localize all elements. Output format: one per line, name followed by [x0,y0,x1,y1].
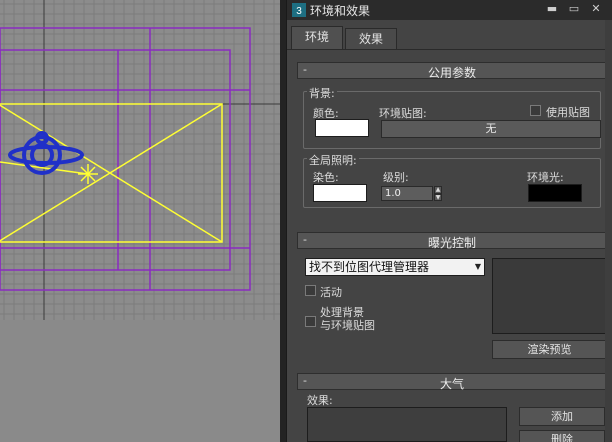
rollout-atmosphere[interactable]: - 大气 [297,373,607,391]
close-icon[interactable]: ✕ [587,2,605,16]
tint-color-swatch[interactable] [313,184,367,202]
rollout-title: 公用参数 [427,66,476,80]
minimize-icon[interactable]: ▬ [543,2,561,16]
titlebar[interactable]: 3 环境和效果 ▬ ▭ ✕ [287,0,612,20]
maximize-icon[interactable]: ▭ [565,2,583,16]
delete-effect-button[interactable]: 删除 [519,430,605,442]
exposure-preview [492,258,607,334]
add-effect-button[interactable]: 添加 [519,407,605,426]
viewport-lower-band [0,320,280,442]
effects-label: 效果: [307,394,333,407]
use-map-checkbox[interactable] [530,105,541,116]
blue-object[interactable] [8,131,84,175]
purple-wireframe [0,27,251,291]
tint-label: 染色: [313,171,339,184]
level-input[interactable]: 1.0 [381,186,433,201]
background-color-swatch[interactable] [315,119,369,137]
active-label: 活动 [320,286,342,299]
ambient-color-swatch[interactable] [528,184,582,202]
environment-effects-dialog: 3 环境和效果 ▬ ▭ ✕ 环境 效果 - 公用参数 背景: 颜色: 环境贴图:… [286,0,612,442]
effects-list[interactable] [307,407,507,442]
level-spin-up-icon[interactable]: ▲ [434,186,442,194]
process-bg-checkbox[interactable] [305,316,316,327]
level-spin-down-icon[interactable]: ▼ [434,194,442,201]
rollout-title: 大气 [439,377,464,391]
rollout-exposure[interactable]: - 曝光控制 [297,232,607,250]
dropdown-value: 找不到位图代理管理器 [309,260,430,274]
render-preview-button[interactable]: 渲染预览 [492,340,607,359]
tab-separator [287,49,612,50]
light-icon[interactable] [78,164,98,184]
rollout-title: 曝光控制 [427,236,476,250]
tab-environment[interactable]: 环境 [291,26,343,50]
window-title: 环境和效果 [310,4,371,18]
rollout-common-params[interactable]: - 公用参数 [297,62,607,80]
env-map-button[interactable]: 无 [381,120,601,138]
viewport-canvas[interactable] [0,0,280,442]
exposure-type-dropdown[interactable]: 找不到位图代理管理器 ▼ [305,258,485,276]
level-label: 级别: [383,171,409,184]
background-group-label: 背景: [307,85,337,101]
chevron-down-icon: ▼ [474,262,481,271]
ambient-label: 环境光: [527,171,564,184]
env-map-label: 环境贴图: [379,107,427,120]
global-lighting-label: 全局照明: [307,152,359,168]
dialog-scrollbar[interactable] [605,20,612,442]
use-map-label: 使用贴图 [546,106,590,119]
tab-effects[interactable]: 效果 [345,28,397,50]
viewport[interactable] [0,0,280,442]
app-icon: 3 [292,3,306,17]
active-checkbox[interactable] [305,285,316,296]
env-map-process-label: 与环境贴图 [320,319,375,332]
svg-text:3: 3 [296,6,302,17]
